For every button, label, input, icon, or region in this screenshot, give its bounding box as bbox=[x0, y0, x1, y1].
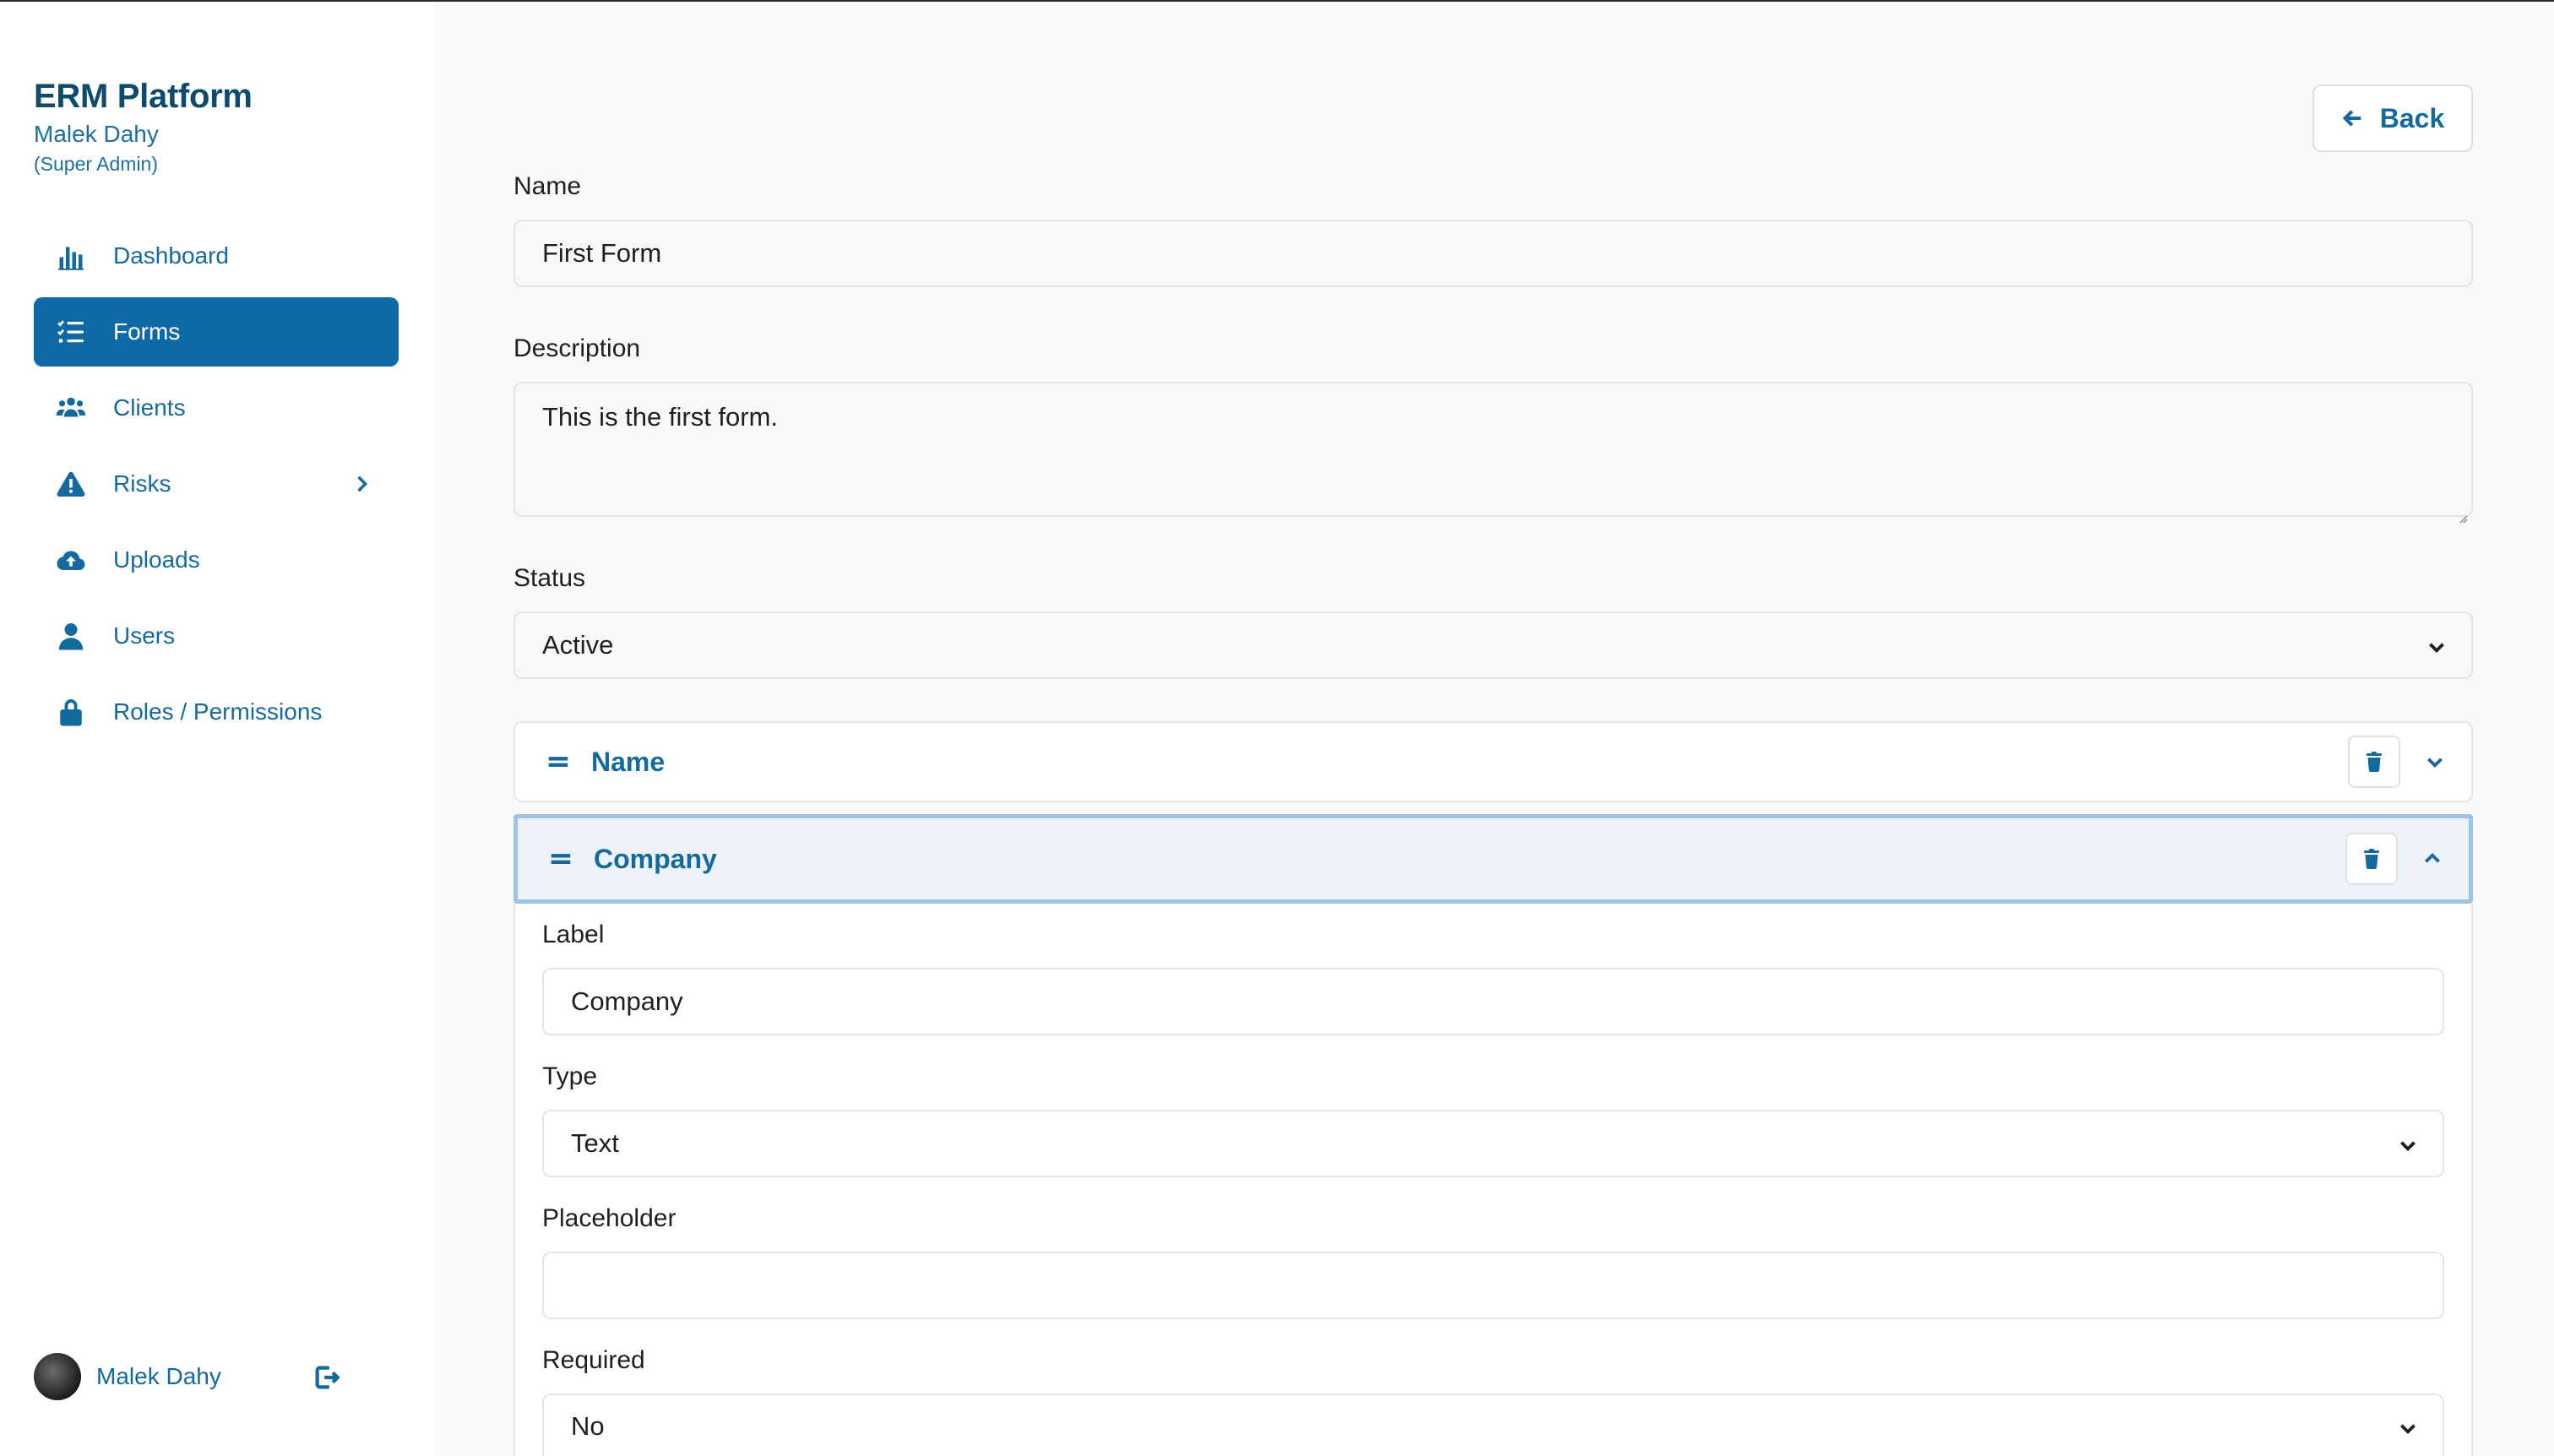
field-required-label: Required bbox=[542, 1346, 645, 1374]
field-label-input[interactable]: Company bbox=[542, 968, 2444, 1035]
chevron-up-icon[interactable] bbox=[2421, 848, 2443, 870]
user-icon bbox=[54, 619, 88, 653]
form-description-label: Description bbox=[514, 334, 641, 362]
sidebar-item-risks[interactable]: Risks bbox=[34, 449, 399, 519]
brand: ERM Platform Malek Dahy (Super Admin) bbox=[34, 78, 253, 176]
bar-chart-icon bbox=[54, 239, 88, 273]
back-button[interactable]: Back bbox=[2312, 84, 2473, 152]
accordion-title: Company bbox=[594, 843, 717, 874]
drag-handle-icon[interactable] bbox=[546, 749, 571, 774]
form-status-select[interactable]: Active bbox=[514, 611, 2473, 679]
sidebar-item-label: Uploads bbox=[113, 546, 200, 573]
cloud-upload-icon bbox=[54, 543, 88, 577]
form-status-value: Active bbox=[542, 630, 614, 660]
field-type-value: Text bbox=[571, 1128, 619, 1158]
form-status-label: Status bbox=[514, 564, 586, 592]
sidebar-item-label: Risks bbox=[113, 470, 171, 497]
field-type-label: Type bbox=[542, 1062, 598, 1090]
brand-user-name: Malek Dahy bbox=[34, 121, 159, 147]
warning-icon bbox=[54, 467, 88, 501]
form-name-input[interactable]: First Form bbox=[514, 220, 2473, 287]
chevron-down-icon bbox=[2426, 634, 2448, 656]
sidebar-item-label: Clients bbox=[113, 394, 186, 421]
form-description-value: This is the first form. bbox=[542, 402, 779, 432]
chevron-down-icon bbox=[2397, 1415, 2419, 1437]
field-type-select[interactable]: Text bbox=[542, 1110, 2444, 1177]
trash-icon bbox=[2364, 849, 2379, 869]
drag-handle-icon[interactable] bbox=[548, 846, 573, 872]
chevron-down-icon bbox=[2397, 1133, 2419, 1154]
sidebar-item-label: Dashboard bbox=[113, 242, 229, 269]
arrow-left-icon bbox=[2342, 110, 2361, 127]
back-button-label: Back bbox=[2379, 102, 2445, 133]
resize-handle-icon[interactable] bbox=[2456, 500, 2468, 524]
delete-field-button[interactable] bbox=[2345, 833, 2398, 885]
sidebar-item-label: Users bbox=[113, 622, 176, 649]
sidebar: ERM Platform Malek Dahy (Super Admin) Da… bbox=[0, 2, 434, 1456]
sidebar-item-roles-permissions[interactable]: Roles / Permissions bbox=[34, 677, 399, 747]
form-description-textarea[interactable]: This is the first form. bbox=[514, 382, 2473, 524]
sidebar-nav: Dashboard Forms Clients Risks Uploads Us… bbox=[34, 221, 399, 753]
sidebar-item-dashboard[interactable]: Dashboard bbox=[34, 221, 399, 291]
checklist-icon bbox=[54, 315, 88, 349]
form-name-value: First Form bbox=[542, 238, 662, 268]
brand-user-role: (Super Admin) bbox=[34, 153, 159, 175]
lock-icon bbox=[54, 695, 88, 729]
field-required-select[interactable]: No bbox=[542, 1394, 2444, 1456]
form-field-accordion-company[interactable]: Company bbox=[514, 814, 2473, 904]
form-field-accordion-name[interactable]: Name bbox=[514, 721, 2473, 802]
chevron-down-icon[interactable] bbox=[2424, 751, 2446, 773]
brand-title: ERM Platform bbox=[34, 78, 253, 115]
field-label-value: Company bbox=[571, 986, 683, 1016]
avatar[interactable] bbox=[34, 1353, 81, 1400]
chevron-right-icon bbox=[350, 472, 373, 496]
logout-icon[interactable] bbox=[312, 1363, 341, 1392]
field-label-label: Label bbox=[542, 921, 605, 948]
field-placeholder-label: Placeholder bbox=[542, 1204, 677, 1232]
profile-name: Malek Dahy bbox=[96, 1363, 221, 1389]
sidebar-item-label: Roles / Permissions bbox=[113, 698, 323, 725]
field-required-value: No bbox=[571, 1411, 605, 1441]
sidebar-item-clients[interactable]: Clients bbox=[34, 373, 399, 443]
sidebar-item-forms[interactable]: Forms bbox=[34, 297, 399, 367]
delete-field-button[interactable] bbox=[2348, 736, 2400, 788]
field-placeholder-input[interactable] bbox=[542, 1252, 2444, 1319]
users-group-icon bbox=[54, 391, 88, 425]
user-profile: Malek Dahy bbox=[34, 1353, 355, 1400]
accordion-title: Name bbox=[591, 746, 666, 777]
sidebar-item-label: Forms bbox=[113, 318, 181, 345]
trash-icon bbox=[2367, 752, 2382, 772]
sidebar-item-users[interactable]: Users bbox=[34, 601, 399, 671]
sidebar-item-uploads[interactable]: Uploads bbox=[34, 525, 399, 595]
form-name-label: Name bbox=[514, 172, 582, 200]
